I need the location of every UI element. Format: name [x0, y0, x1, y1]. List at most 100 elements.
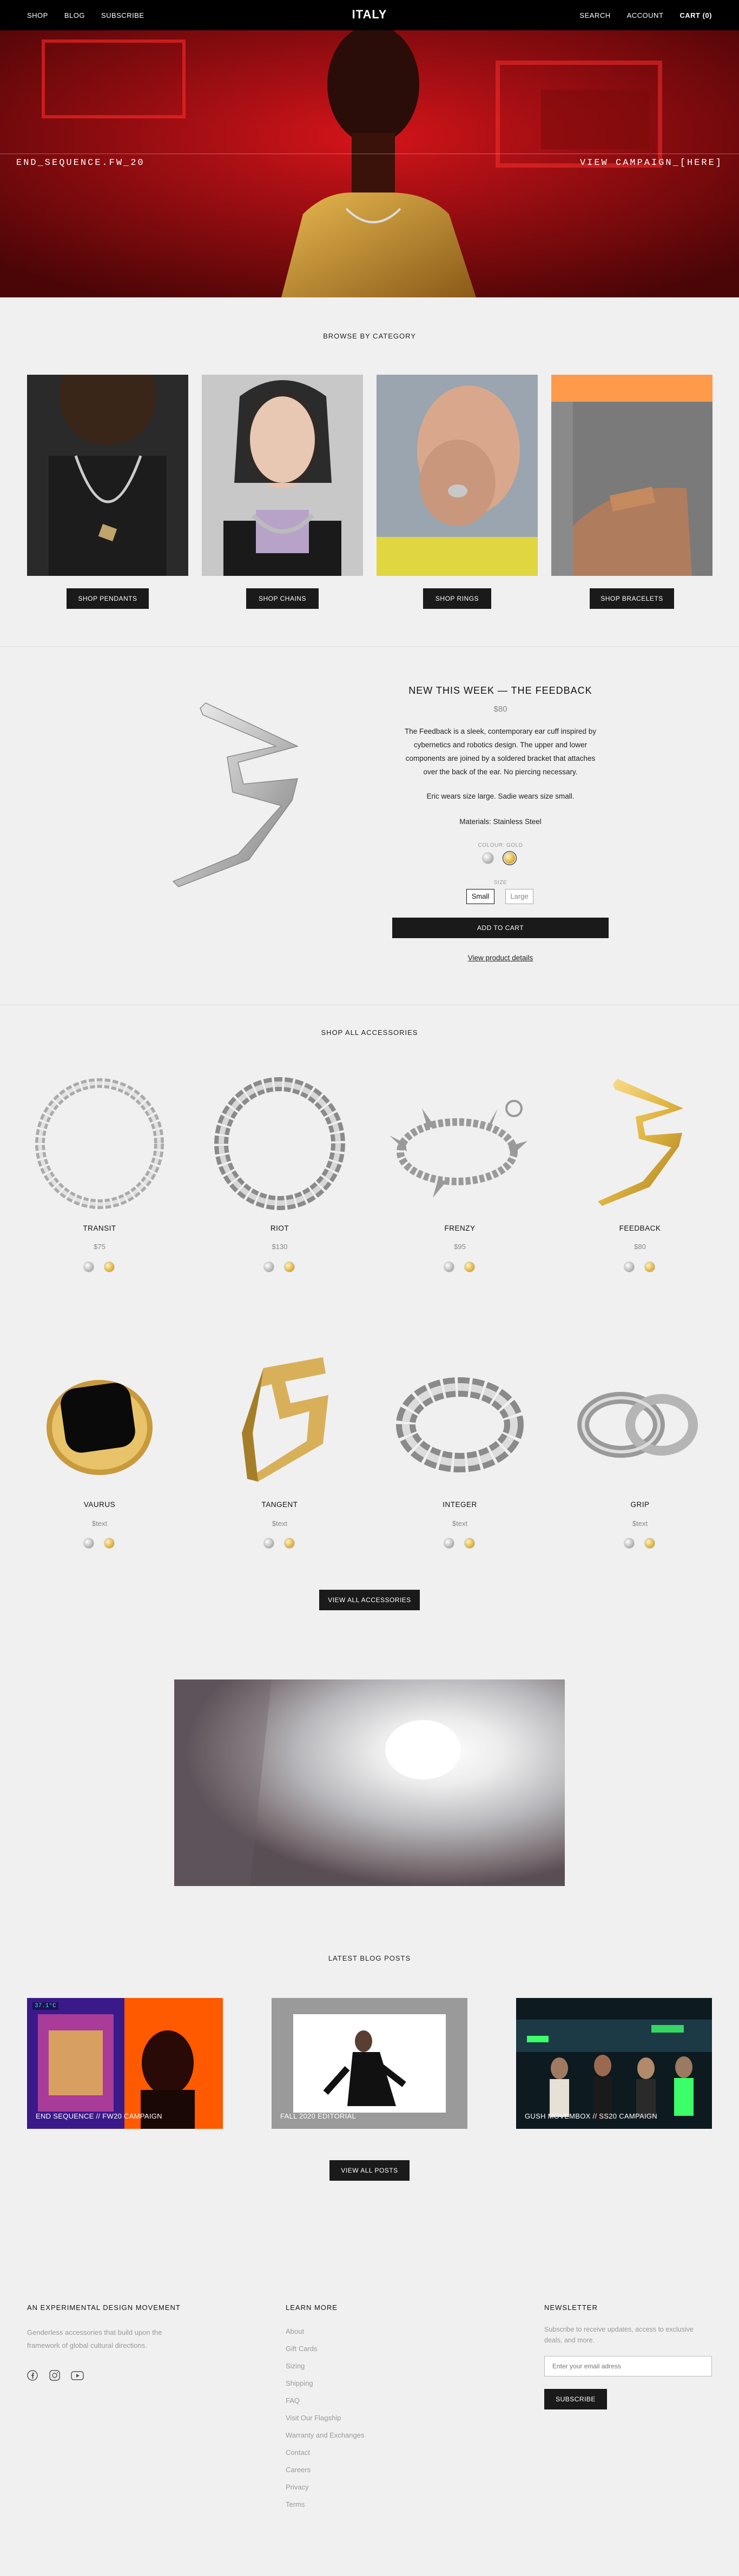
- product-integer-price: $text: [452, 1519, 468, 1528]
- category-bracelets-image[interactable]: [551, 375, 712, 576]
- product-transit-price: $75: [94, 1243, 105, 1251]
- swatch-silver[interactable]: [444, 1262, 454, 1272]
- brand-logo[interactable]: ITALY: [352, 8, 387, 21]
- nav-account[interactable]: ACCOUNT: [627, 11, 664, 19]
- add-to-cart-button[interactable]: ADD TO CART: [392, 918, 609, 938]
- product-frenzy-name[interactable]: FRENZY: [379, 1224, 541, 1232]
- swatch-gold[interactable]: [644, 1538, 655, 1549]
- featured-description: The Feedback is a sleek, contemporary ea…: [405, 727, 596, 776]
- swatch-gold[interactable]: [284, 1262, 295, 1272]
- product-integer-image[interactable]: [379, 1352, 541, 1487]
- footer-link-contact[interactable]: Contact: [286, 2448, 310, 2457]
- hero-campaign-name: END_SEQUENCE.FW_20: [16, 158, 145, 168]
- facebook-icon: [27, 2370, 38, 2381]
- footer-learn-title: LEARN MORE: [286, 2303, 338, 2312]
- view-product-details-link[interactable]: View product details: [392, 954, 609, 962]
- swatch-silver[interactable]: [482, 852, 494, 864]
- shop-bracelets-button[interactable]: SHOP BRACELETS: [590, 588, 674, 609]
- section-divider: [0, 646, 739, 647]
- blog-post-caption: END SEQUENCE // FW20 CAMPAIGN: [36, 2112, 162, 2120]
- product-tangent-name[interactable]: TANGENT: [199, 1501, 361, 1509]
- blog-post-ss20-card[interactable]: GUSH MOVEMBOX // SS20 CAMPAIGN: [516, 1998, 712, 2129]
- footer-link-flagship[interactable]: Visit Our Flagship: [286, 2414, 341, 2422]
- blog-post-caption: FALL 2020 EDITORIAL: [280, 2112, 357, 2120]
- size-small-option[interactable]: Small: [466, 889, 494, 904]
- swatch-silver[interactable]: [83, 1538, 94, 1549]
- product-frenzy-price: $95: [454, 1243, 466, 1251]
- product-transit-image[interactable]: [18, 1076, 181, 1211]
- footer-about-title: AN EXPERIMENTAL DESIGN MOVEMENT: [27, 2303, 181, 2312]
- swatch-gold[interactable]: [104, 1538, 115, 1549]
- shop-pendants-button[interactable]: SHOP PENDANTS: [67, 588, 149, 609]
- swatch-silver[interactable]: [624, 1538, 635, 1549]
- product-tangent-price: $text: [272, 1519, 288, 1528]
- swatch-gold[interactable]: [284, 1538, 295, 1549]
- swatch-gold[interactable]: [464, 1262, 475, 1272]
- size-large-option[interactable]: Large: [505, 889, 533, 904]
- product-vaurus-price: $text: [91, 1519, 108, 1528]
- category-rings-image[interactable]: [377, 375, 538, 576]
- product-transit-name[interactable]: TRANSIT: [18, 1224, 181, 1232]
- product-feedback-image[interactable]: [559, 1076, 721, 1211]
- view-all-accessories-button[interactable]: VIEW ALL ACCESSORIES: [319, 1590, 420, 1610]
- swatch-silver[interactable]: [263, 1262, 274, 1272]
- footer-link-sizing[interactable]: Sizing: [286, 2362, 305, 2370]
- featured-title: NEW THIS WEEK — THE FEEDBACK: [408, 685, 592, 696]
- footer-link-terms[interactable]: Terms: [286, 2500, 305, 2508]
- nav-cart[interactable]: CART (0): [679, 11, 712, 19]
- category-pendants-image[interactable]: [27, 375, 188, 576]
- footer-link-shipping[interactable]: Shipping: [286, 2379, 313, 2387]
- category-section-title: BROWSE BY CATEGORY: [323, 332, 416, 340]
- top-nav: SHOP BLOG SUBSCRIBE ITALY SEARCH ACCOUNT…: [0, 0, 739, 30]
- swatch-gold-selected[interactable]: [503, 851, 517, 865]
- hero-banner[interactable]: END_SEQUENCE.FW_20 VIEW CAMPAIGN_[HERE]: [0, 30, 739, 297]
- subscribe-button[interactable]: SUBSCRIBE: [544, 2389, 607, 2409]
- newsletter-email-input[interactable]: [544, 2356, 712, 2376]
- swatch-silver[interactable]: [444, 1538, 454, 1549]
- swatch-gold[interactable]: [464, 1538, 475, 1549]
- product-riot-image[interactable]: [199, 1076, 361, 1211]
- feature-video-image[interactable]: [174, 1679, 565, 1886]
- nav-search[interactable]: SEARCH: [579, 11, 610, 19]
- size-label: SIZE: [493, 880, 507, 886]
- footer-link-privacy[interactable]: Privacy: [286, 2483, 309, 2491]
- swatch-gold[interactable]: [104, 1262, 115, 1272]
- category-chains-image[interactable]: [202, 375, 363, 576]
- shop-rings-button[interactable]: SHOP RINGS: [423, 588, 491, 609]
- product-feedback-name[interactable]: FEEDBACK: [559, 1224, 721, 1232]
- footer-link-warranty[interactable]: Warranty and Exchanges: [286, 2431, 364, 2439]
- swatch-silver[interactable]: [83, 1262, 94, 1272]
- swatch-silver[interactable]: [263, 1538, 274, 1549]
- shop-chains-button[interactable]: SHOP CHAINS: [246, 588, 319, 609]
- product-grip-image[interactable]: [559, 1352, 721, 1487]
- feedback-ear-cuff-image: [172, 702, 299, 887]
- product-frenzy-image[interactable]: [379, 1076, 541, 1211]
- newsletter-text: Subscribe to receive updates, access to …: [544, 2326, 694, 2344]
- footer-link-faq[interactable]: FAQ: [286, 2396, 300, 2405]
- product-grip-name[interactable]: GRIP: [559, 1501, 721, 1509]
- nav-shop[interactable]: SHOP: [27, 11, 48, 19]
- footer-link-careers[interactable]: Careers: [286, 2466, 311, 2474]
- swatch-silver[interactable]: [624, 1262, 635, 1272]
- nav-subscribe[interactable]: SUBSCRIBE: [101, 11, 144, 19]
- footer-link-about[interactable]: About: [286, 2327, 304, 2335]
- hero-view-campaign-link[interactable]: VIEW CAMPAIGN_[HERE]: [580, 158, 723, 168]
- instagram-icon: [49, 2370, 60, 2381]
- social-icons: [27, 2370, 84, 2381]
- footer-link-gift-cards[interactable]: Gift Cards: [286, 2345, 318, 2353]
- product-vaurus-image[interactable]: [18, 1352, 181, 1487]
- swatch-gold[interactable]: [644, 1262, 655, 1272]
- product-integer-name[interactable]: INTEGER: [379, 1501, 541, 1509]
- nav-blog[interactable]: BLOG: [64, 11, 85, 19]
- product-riot-price: $130: [272, 1243, 288, 1251]
- product-tangent-image[interactable]: [199, 1352, 361, 1487]
- view-all-posts-button[interactable]: VIEW ALL POSTS: [329, 2160, 410, 2181]
- blog-temp-readout: 37.1°C: [32, 2002, 58, 2010]
- blog-post-fw20-card[interactable]: 37.1°C END SEQUENCE // FW20 CAMPAIGN: [27, 1998, 223, 2129]
- featured-materials: Materials: Stainless Steel: [459, 818, 542, 826]
- featured-price: $80: [493, 705, 507, 714]
- blog-section-title: LATEST BLOG POSTS: [328, 1954, 411, 1962]
- product-vaurus-name[interactable]: VAURUS: [18, 1501, 181, 1509]
- blog-post-fall-editorial-card[interactable]: FALL 2020 EDITORIAL: [272, 1998, 467, 2129]
- product-riot-name[interactable]: RIOT: [199, 1224, 361, 1232]
